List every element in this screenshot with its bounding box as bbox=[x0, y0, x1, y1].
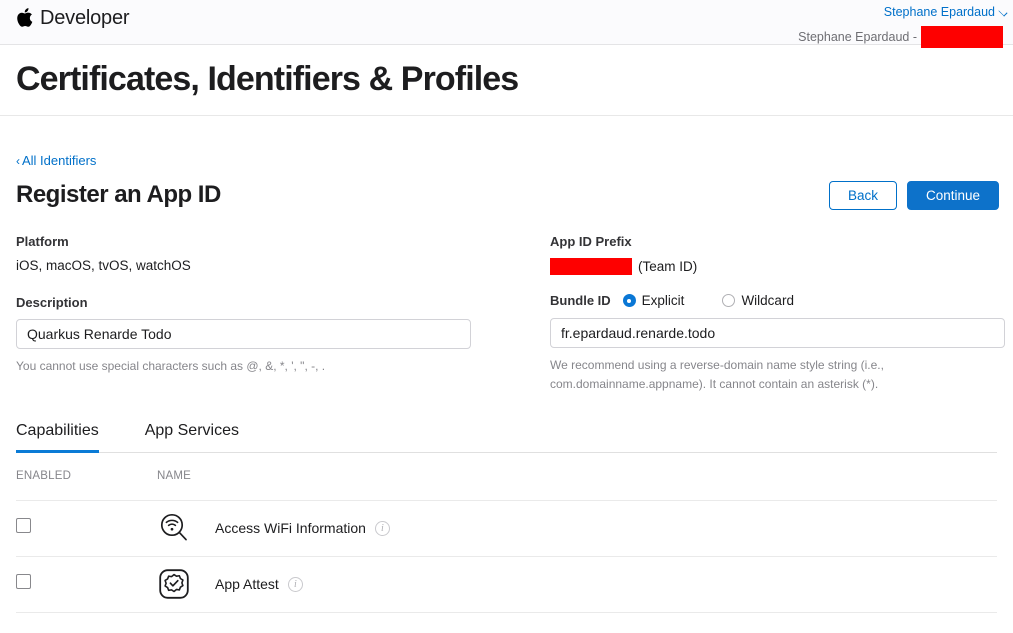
spacer bbox=[16, 273, 536, 295]
info-icon[interactable]: i bbox=[375, 521, 390, 536]
developer-brand[interactable]: Developer bbox=[16, 7, 129, 28]
chevron-left-icon: ‹ bbox=[16, 154, 20, 168]
capability-name-cell: App Attest i bbox=[215, 576, 303, 592]
bundle-id-option-wildcard[interactable]: Wildcard bbox=[722, 293, 794, 308]
bundle-id-label: Bundle ID bbox=[550, 293, 611, 308]
team-id-note: (Team ID) bbox=[638, 259, 697, 274]
radio-explicit-icon[interactable] bbox=[623, 294, 636, 307]
team-row: Stephane Epardaud - bbox=[798, 26, 1013, 48]
tab-app-services[interactable]: App Services bbox=[145, 422, 239, 452]
team-prefix-label: Stephane Epardaud - bbox=[798, 30, 917, 45]
app-attest-badge-icon bbox=[157, 567, 191, 601]
enabled-cell bbox=[16, 518, 157, 538]
page-title: Certificates, Identifiers & Profiles bbox=[16, 61, 997, 115]
bundle-id-input[interactable] bbox=[550, 318, 1005, 348]
chevron-down-icon bbox=[998, 7, 1007, 16]
section-title: Register an App ID bbox=[16, 181, 221, 210]
app-id-prefix-label: App ID Prefix bbox=[550, 234, 1005, 249]
capability-name-cell: Access WiFi Information i bbox=[215, 520, 390, 536]
table-row: Access WiFi Information i bbox=[16, 501, 997, 557]
radio-explicit-label: Explicit bbox=[642, 293, 685, 308]
column-header-name: NAME bbox=[157, 470, 191, 482]
table-row: App Attest i bbox=[16, 557, 997, 613]
team-id-redaction-prefix bbox=[550, 258, 632, 275]
form-left-column: Platform iOS, macOS, tvOS, watchOS Descr… bbox=[16, 234, 536, 393]
description-help-text: You cannot use special characters such a… bbox=[16, 357, 476, 376]
apple-logo-icon bbox=[16, 7, 33, 28]
capability-icon-cell bbox=[157, 567, 215, 601]
account-name-label: Stephane Epardaud bbox=[884, 5, 995, 19]
brand-name-label: Developer bbox=[40, 8, 129, 28]
capability-tabs: Capabilities App Services bbox=[16, 422, 997, 453]
back-button[interactable]: Back bbox=[829, 181, 897, 210]
bundle-id-help-text: We recommend using a reverse-domain name… bbox=[550, 356, 920, 393]
capabilities-table: ENABLED NAME Access WiFi Information i bbox=[16, 453, 997, 613]
capability-label-app-attest: App Attest bbox=[215, 576, 279, 592]
radio-wildcard-icon[interactable] bbox=[722, 294, 735, 307]
registration-form: Platform iOS, macOS, tvOS, watchOS Descr… bbox=[0, 210, 1013, 393]
capabilities-table-header: ENABLED NAME bbox=[16, 453, 997, 501]
form-right-column: App ID Prefix (Team ID) Bundle ID Explic… bbox=[536, 234, 1005, 393]
wifi-magnifier-icon bbox=[157, 511, 191, 545]
breadcrumb-all-identifiers-link[interactable]: ‹All Identifiers bbox=[0, 116, 96, 168]
bundle-id-row: Bundle ID Explicit Wildcard bbox=[550, 293, 1005, 308]
info-icon[interactable]: i bbox=[288, 577, 303, 592]
tab-capabilities[interactable]: Capabilities bbox=[16, 422, 99, 452]
column-header-enabled: ENABLED bbox=[16, 470, 157, 482]
platform-value: iOS, macOS, tvOS, watchOS bbox=[16, 258, 536, 273]
global-nav-bar: Developer Stephane Epardaud Stephane Epa… bbox=[0, 0, 1013, 45]
capability-checkbox-access-wifi-information[interactable] bbox=[16, 518, 31, 533]
account-area: Stephane Epardaud Stephane Epardaud - bbox=[798, 2, 1013, 48]
page-header: Certificates, Identifiers & Profiles bbox=[0, 45, 1013, 116]
description-input[interactable] bbox=[16, 319, 471, 349]
capability-label-access-wifi-information: Access WiFi Information bbox=[215, 520, 366, 536]
spacer bbox=[550, 275, 1005, 293]
app-id-prefix-value-row: (Team ID) bbox=[550, 258, 1005, 275]
bundle-id-option-explicit[interactable]: Explicit bbox=[623, 293, 685, 308]
description-label: Description bbox=[16, 295, 536, 310]
capability-icon-cell bbox=[157, 511, 215, 545]
continue-button[interactable]: Continue bbox=[907, 181, 999, 210]
platform-label: Platform bbox=[16, 234, 536, 249]
enabled-cell bbox=[16, 574, 157, 594]
breadcrumb-label: All Identifiers bbox=[22, 153, 96, 168]
account-menu-button[interactable]: Stephane Epardaud bbox=[884, 5, 1013, 20]
breadcrumb-wrap: ‹All Identifiers bbox=[0, 116, 1013, 170]
capability-checkbox-app-attest[interactable] bbox=[16, 574, 31, 589]
radio-wildcard-label: Wildcard bbox=[741, 293, 794, 308]
action-buttons: Back Continue bbox=[829, 181, 999, 210]
section-header: Register an App ID Back Continue bbox=[0, 170, 1013, 210]
team-id-redaction-header bbox=[921, 26, 1003, 48]
